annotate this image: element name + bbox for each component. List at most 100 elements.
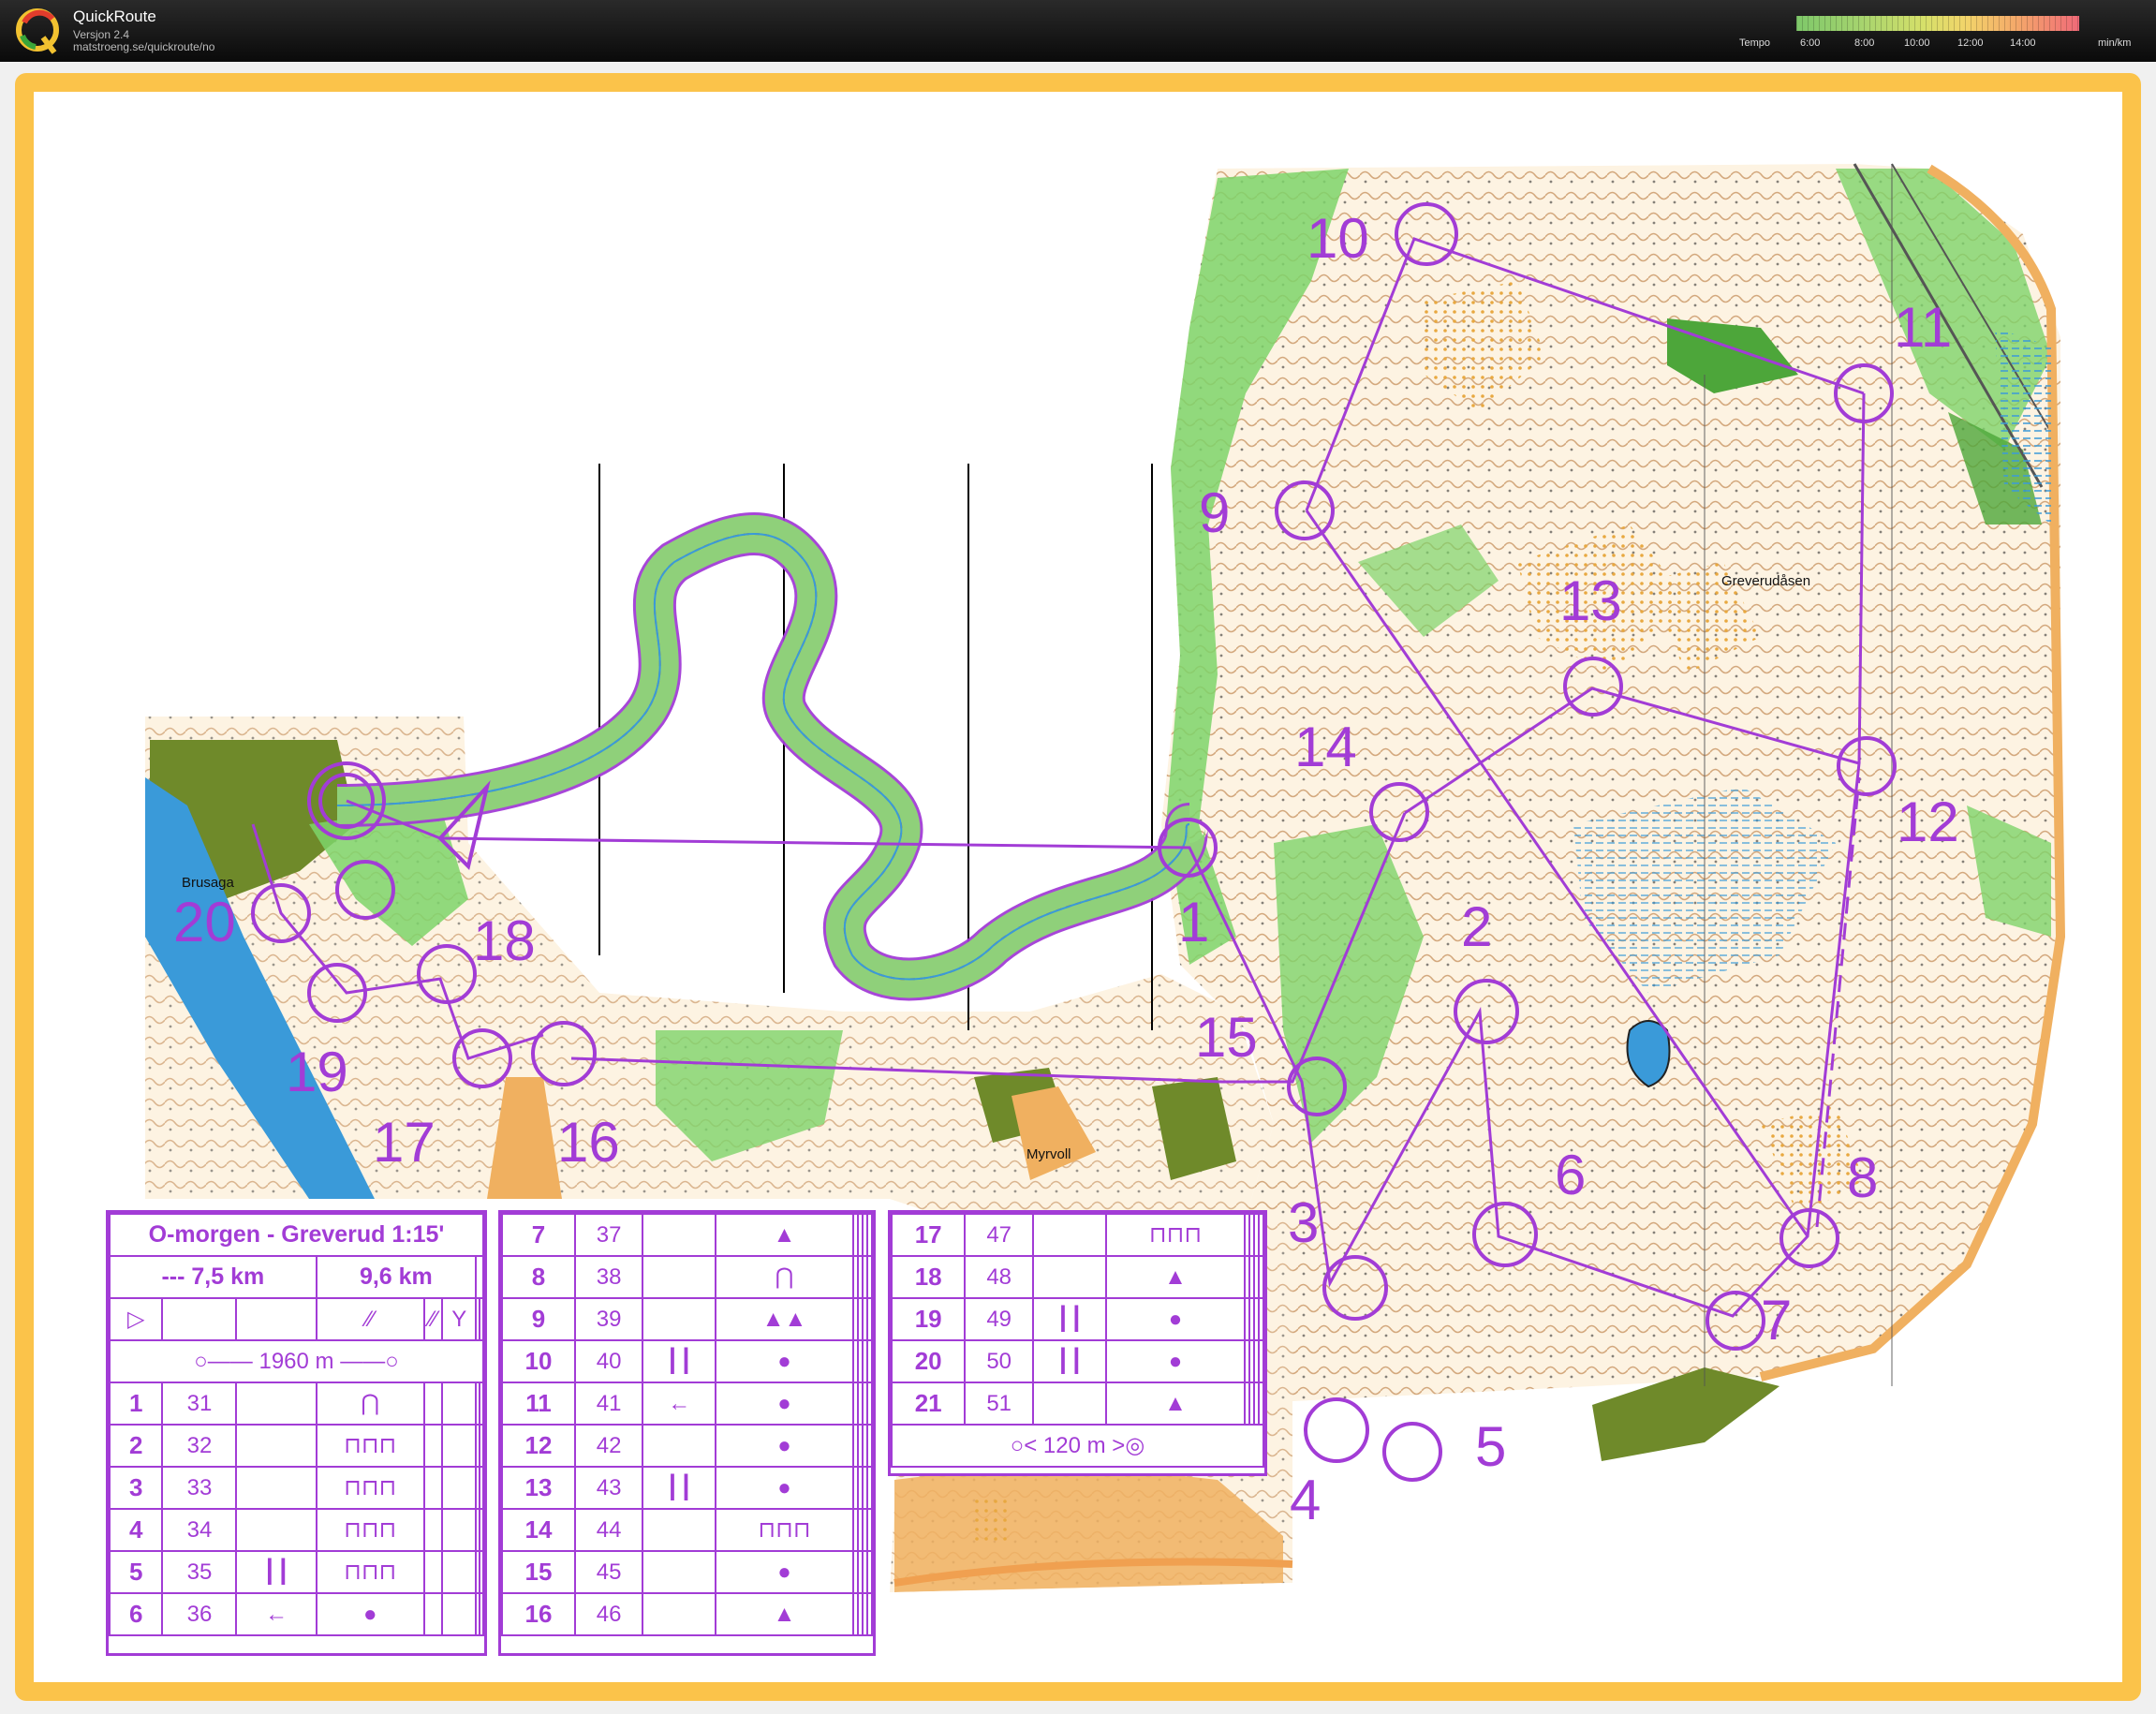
which-feature (642, 1550, 717, 1594)
empty-cell (478, 1550, 485, 1594)
which-feature: ← (642, 1382, 717, 1426)
start-circle-icon: ○—— (194, 1348, 253, 1374)
which-feature: ← (235, 1592, 317, 1636)
control-code: 46 (573, 1592, 644, 1636)
control-number: 13 (501, 1466, 576, 1510)
control-code: 51 (964, 1382, 1035, 1426)
control-code: 32 (161, 1424, 238, 1468)
description-row: 3 33 ⊓⊓⊓ (108, 1466, 485, 1510)
empty-cell (235, 1297, 317, 1341)
feature-icon: ▲ (1105, 1255, 1246, 1299)
empty-cell (865, 1297, 874, 1341)
description-row: 4 34 ⊓⊓⊓ (108, 1508, 485, 1552)
control-code: 50 (964, 1339, 1035, 1383)
finish-tape-distance: 120 m (1042, 1433, 1106, 1458)
control-number: 15 (501, 1550, 576, 1594)
control-code: 41 (573, 1382, 644, 1426)
description-row: 16 46 ▲ (501, 1592, 874, 1636)
empty-cell (865, 1382, 874, 1426)
control-number: 4 (108, 1508, 164, 1552)
control-number: 14 (501, 1508, 576, 1552)
description-row: 2 32 ⊓⊓⊓ (108, 1424, 485, 1468)
description-row: 18 48 ▲ (890, 1255, 1265, 1299)
control-number: 9 (1199, 481, 1231, 544)
feature-icon: ⊓⊓⊓ (715, 1508, 854, 1552)
empty-cell (865, 1592, 874, 1636)
control-number: 3 (1288, 1191, 1320, 1254)
control-number: 20 (173, 891, 236, 953)
control-code: 47 (964, 1213, 1035, 1257)
which-feature (642, 1213, 717, 1257)
feature-icon: ⊓⊓⊓ (315, 1550, 425, 1594)
description-row: 8 38 ⋂ (501, 1255, 874, 1299)
feature-icon: ● (715, 1382, 854, 1426)
control-number: 12 (501, 1424, 576, 1468)
control-code: 33 (161, 1466, 238, 1510)
course-title: O-morgen - Greverud 1:15' (109, 1213, 484, 1257)
empty-cell (441, 1550, 477, 1594)
description-row: 17 47 ⊓⊓⊓ (890, 1213, 1265, 1257)
empty-cell (478, 1592, 485, 1636)
empty-cell (422, 1466, 444, 1510)
control-number: 10 (1307, 207, 1369, 270)
empty-cell (865, 1508, 874, 1552)
which-feature (642, 1424, 717, 1468)
start-triangle-icon: ▷ (108, 1297, 164, 1341)
which-feature (1032, 1213, 1108, 1257)
which-feature (1032, 1382, 1108, 1426)
control-number: 7 (501, 1213, 576, 1257)
empty-cell (422, 1592, 444, 1636)
which-feature: ┃┃ (235, 1550, 317, 1594)
control-description-sheet-2: 7 37 ▲ 8 38 ⋂ 9 39 ▲▲ 10 40 ┃┃ ● 11 41 ← ● 12 42 ● 13 4… (498, 1210, 876, 1656)
which-feature (235, 1382, 317, 1426)
empty-cell (422, 1550, 444, 1594)
feature-icon: ▲▲ (715, 1297, 854, 1341)
feature-icon: ▲ (715, 1213, 854, 1257)
control-number: 11 (1894, 296, 1953, 359)
control-number: 2 (108, 1424, 164, 1468)
control-number: 8 (501, 1255, 576, 1299)
description-row: 20 50 ┃┃ ● (890, 1339, 1265, 1383)
description-row: 11 41 ← ● (501, 1382, 874, 1426)
empty-cell (865, 1550, 874, 1594)
control-number: 1 (108, 1382, 164, 1426)
empty-cell (865, 1339, 874, 1383)
which-feature: ┃┃ (1032, 1297, 1108, 1341)
place-label-myrvoll: Myrvoll (1026, 1146, 1071, 1162)
control-number: 16 (501, 1592, 576, 1636)
empty-cell (474, 1255, 485, 1299)
empty-cell (865, 1213, 874, 1257)
empty-cell (441, 1508, 477, 1552)
description-row: 14 44 ⊓⊓⊓ (501, 1508, 874, 1552)
control-code: 48 (964, 1255, 1035, 1299)
feature-icon: ▲ (1105, 1382, 1246, 1426)
control-number: 10 (501, 1339, 576, 1383)
description-row: 5 35 ┃┃ ⊓⊓⊓ (108, 1550, 485, 1594)
feature-icon: ▲ (715, 1592, 854, 1636)
control-code: 43 (573, 1466, 644, 1510)
empty-cell (1257, 1255, 1265, 1299)
control-code: 36 (161, 1592, 238, 1636)
empty-cell (422, 1424, 444, 1468)
finish-tape-row: ○< 120 m >◎ (891, 1424, 1264, 1468)
control-code: 44 (573, 1508, 644, 1552)
place-label-brusaga: Brusaga (182, 875, 234, 891)
control-number: 7 (1761, 1289, 1793, 1352)
empty-cell (478, 1508, 485, 1552)
control-number: 18 (473, 909, 536, 972)
control-number: 13 (1559, 569, 1622, 632)
feature-icon: ⊓⊓⊓ (315, 1508, 425, 1552)
control-code: 37 (573, 1213, 644, 1257)
control-circle-icon: ——○ (340, 1348, 399, 1374)
empty-cell (1257, 1339, 1265, 1383)
control-code: 38 (573, 1255, 644, 1299)
empty-cell (441, 1382, 477, 1426)
start-tape-distance: 1960 m (258, 1348, 334, 1374)
feature-icon: ⋂ (715, 1255, 854, 1299)
description-row: 6 36 ← ● (108, 1592, 485, 1636)
control-code: 45 (573, 1550, 644, 1594)
feature-icon: ● (315, 1592, 425, 1636)
control-number: 16 (557, 1111, 620, 1174)
control-number: 15 (1195, 1006, 1258, 1069)
description-row: 1 31 ⋂ (108, 1382, 485, 1426)
